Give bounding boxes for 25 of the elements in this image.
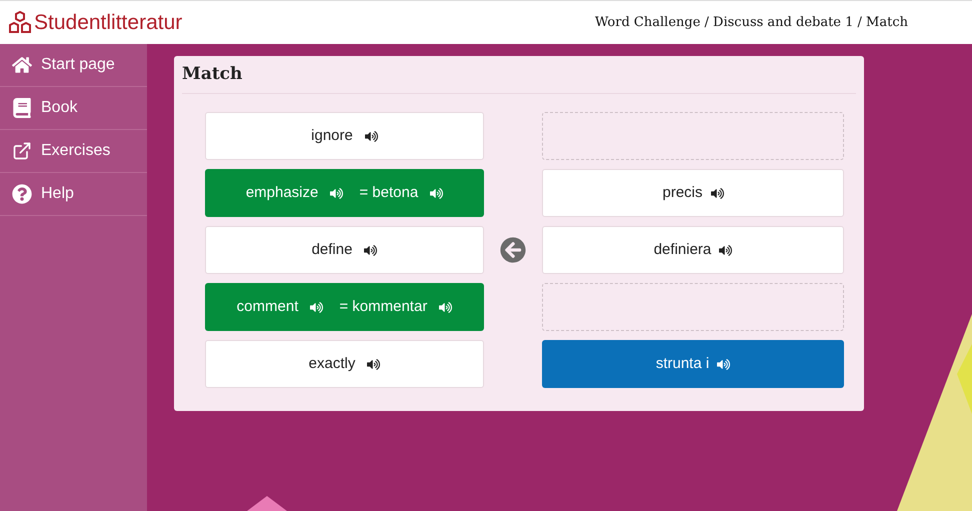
word-tile[interactable]: strunta i — [542, 340, 844, 388]
book-icon — [12, 98, 32, 118]
speaker-icon[interactable] — [367, 358, 380, 370]
external-link-icon — [12, 141, 32, 161]
word-tile[interactable]: ignore — [205, 112, 484, 160]
word-tile[interactable]: define — [205, 226, 484, 274]
logo-icon — [8, 10, 32, 34]
word-tile[interactable]: precis — [542, 169, 844, 217]
arrow-left-icon[interactable] — [500, 237, 526, 263]
speaker-icon[interactable] — [710, 186, 724, 200]
logo-text: Studentlitteratur — [34, 10, 182, 36]
speaker-icon[interactable] — [719, 244, 732, 256]
sidebar-item[interactable]: Book — [0, 87, 147, 130]
word-tile[interactable]: exactly — [205, 340, 484, 388]
breadcrumb: Word Challenge / Discuss and debate 1 / Match — [594, 14, 908, 32]
help-icon — [12, 184, 32, 204]
background-shape — [247, 496, 287, 511]
sidebar-item[interactable]: Start page — [0, 44, 147, 87]
speaker-icon[interactable] — [364, 244, 378, 256]
home-icon — [12, 55, 32, 75]
card-title: Match — [182, 62, 242, 86]
speaker-icon[interactable] — [364, 130, 378, 142]
sidebar-item[interactable]: Exercises — [0, 130, 147, 173]
sidebar-item[interactable]: Help — [0, 173, 147, 216]
word-tile[interactable]: definiera — [542, 226, 844, 274]
